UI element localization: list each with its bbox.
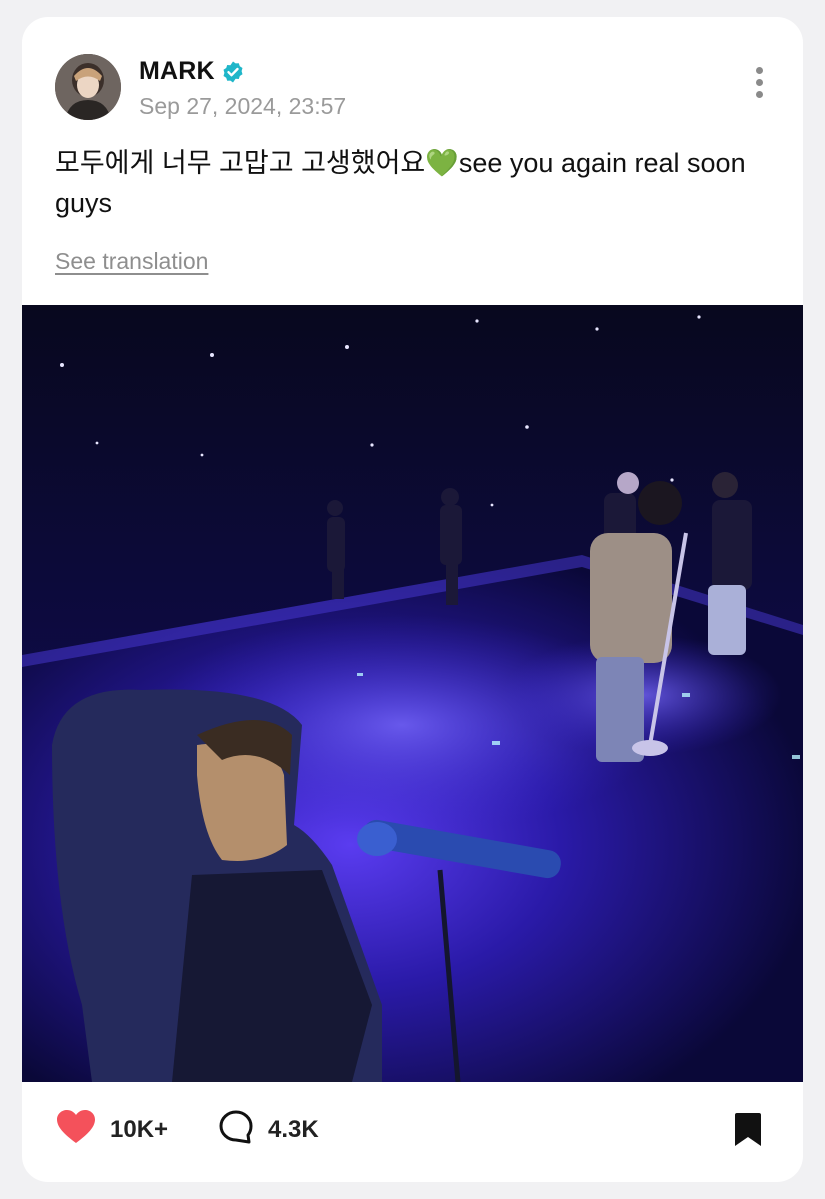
- post-text: 모두에게 너무 고맙고 고생했어요💚see you again real soo…: [55, 148, 746, 218]
- comment-bubble-icon: [218, 1109, 254, 1150]
- more-dot-icon: [755, 79, 763, 86]
- comment-count: 4.3K: [268, 1115, 319, 1143]
- post-date: Sep 27, 2024, 23:57: [139, 93, 347, 119]
- see-translation-link[interactable]: See translation: [55, 248, 208, 275]
- more-options-button[interactable]: [744, 67, 774, 107]
- bookmark-icon: [732, 1113, 764, 1152]
- comment-button[interactable]: 4.3K: [218, 1109, 319, 1150]
- more-dot-icon: [755, 91, 763, 98]
- post-image[interactable]: [22, 305, 803, 1083]
- like-count: 10K+: [110, 1115, 169, 1143]
- like-button[interactable]: 10K+: [56, 1109, 168, 1150]
- heart-icon: [56, 1109, 96, 1150]
- more-dot-icon: [755, 67, 763, 74]
- author-name[interactable]: MARK: [139, 57, 215, 86]
- verified-badge-icon: [221, 60, 245, 84]
- action-bar: 10K+ 4.3K: [22, 1082, 803, 1182]
- bookmark-button[interactable]: [732, 1112, 764, 1153]
- author-avatar[interactable]: [55, 54, 121, 120]
- post-card: MARK Sep 27, 2024, 23:57 모두에게 너무 고맙고 고생했…: [22, 17, 803, 1182]
- author-row: MARK: [139, 57, 245, 86]
